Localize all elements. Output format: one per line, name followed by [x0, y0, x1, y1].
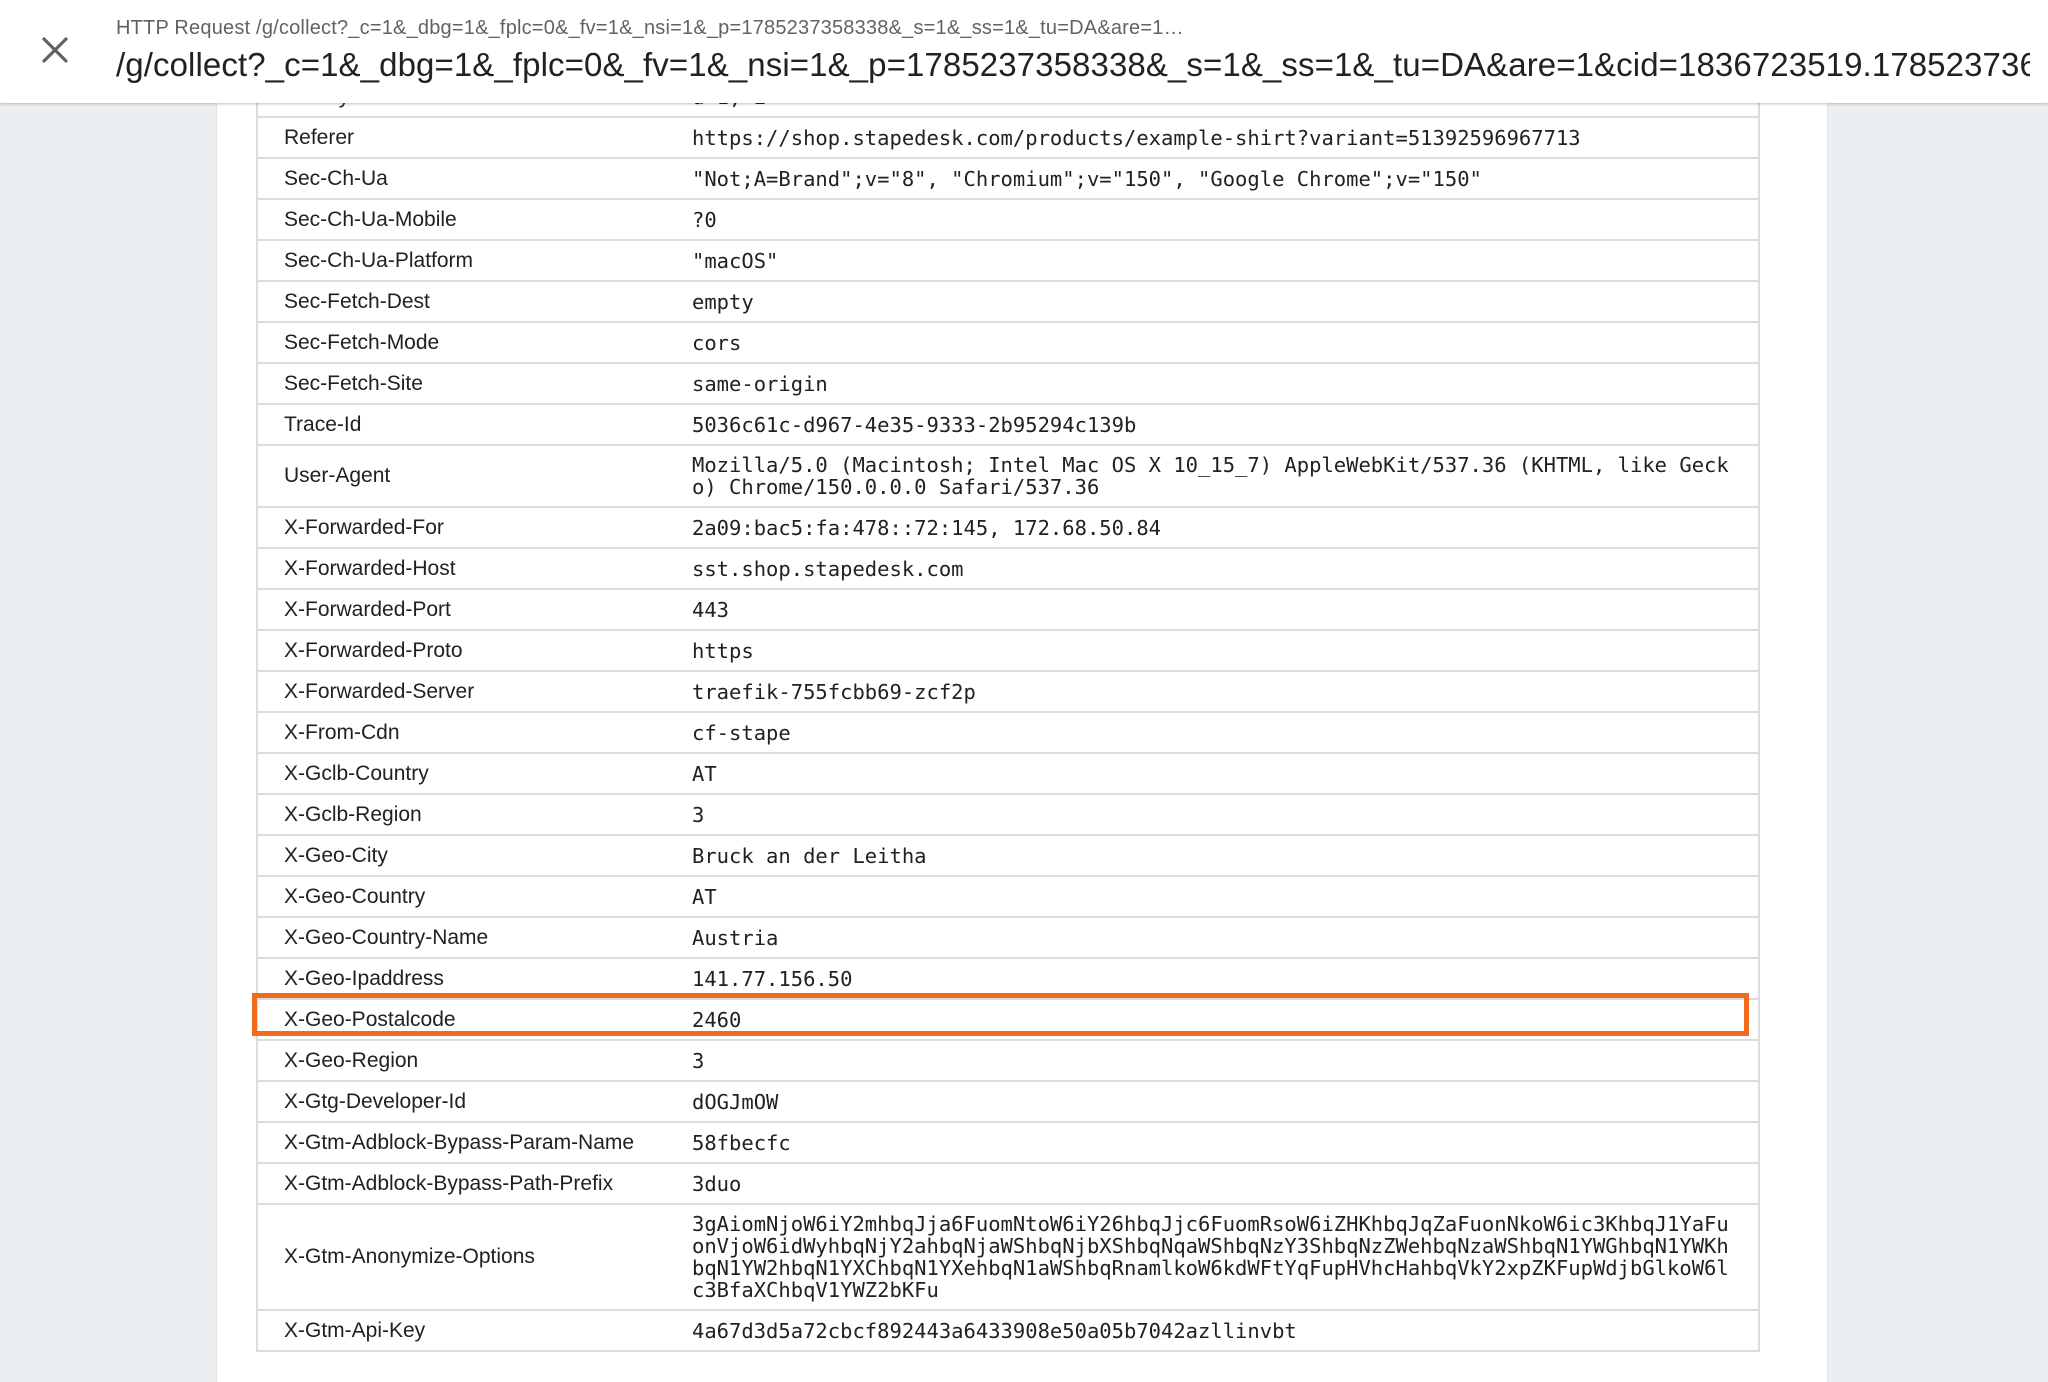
- header-value: Mozilla/5.0 (Macintosh; Intel Mac OS X 1…: [692, 453, 1729, 499]
- header-name: X-Gtm-Api-Key: [284, 1318, 426, 1342]
- header-name: Sec-Ch-Ua: [284, 166, 388, 190]
- header-row: X-Gtm-Anonymize-Options 3gAiomNjoW6iY2mhb…: [258, 1205, 1758, 1311]
- header-value: Bruck an der Leitha: [692, 844, 927, 868]
- header-value: 141.77.156.50: [692, 967, 853, 991]
- header-row: X-Gtm-Api-Key 4a67d3d5a72cbcf892443a64339…: [258, 1311, 1758, 1352]
- header-name: X-Gclb-Region: [284, 802, 422, 826]
- header-value: 2460: [692, 1008, 742, 1032]
- header-name: X-From-Cdn: [284, 720, 400, 744]
- header-name: Referer: [284, 125, 355, 149]
- header-row: X-From-Cdn cf-stape: [258, 713, 1758, 754]
- header-value: dOGJmOW: [692, 1090, 779, 1114]
- header-row: X-Forwarded-Host sst.shop.stapedesk.com: [258, 549, 1758, 590]
- request-details-panel: Priorityu=1, i Referer https://shop.staped…: [216, 103, 1828, 1382]
- header-value: 3gAiomNjoW6iY2mhbqJja6FuomNtoW6iY26hbqJj…: [692, 1212, 1729, 1302]
- header-name: X-Gclb-Country: [284, 761, 429, 785]
- header-name: X-Gtg-Developer-Id: [284, 1089, 467, 1113]
- header-name: Sec-Ch-Ua-Mobile: [284, 207, 457, 231]
- header-row: Sec-Fetch-Dest empty: [258, 282, 1758, 323]
- header-name: X-Forwarded-Host: [284, 556, 456, 580]
- header-row: X-Gclb-Country AT: [258, 754, 1758, 795]
- header-value: 2a09:bac5:fa:478::72:145, 172.68.50.84: [692, 516, 1161, 540]
- header-row: Sec-Fetch-Mode cors: [258, 323, 1758, 364]
- header-value: https://shop.stapedesk.com/products/exam…: [692, 126, 1581, 150]
- header-name: X-Forwarded-For: [284, 515, 444, 539]
- header-row: X-Gtm-Adblock-Bypass-Param-Name 58fbecfc: [258, 1123, 1758, 1164]
- header-value: 4a67d3d5a72cbcf892443a6433908e50a05b7042…: [692, 1319, 1297, 1343]
- header-name: X-Gtm-Anonymize-Options: [284, 1245, 535, 1268]
- header-row: X-Forwarded-For 2a09:bac5:fa:478::72:145,…: [258, 508, 1758, 549]
- header-name: Priority: [258, 103, 692, 109]
- header-name: X-Geo-Country: [284, 884, 426, 908]
- header-value: 443: [692, 598, 730, 622]
- header-value: AT: [692, 762, 717, 786]
- header-value: "Not;A=Brand";v="8", "Chromium";v="150",…: [692, 167, 1482, 191]
- header-name: Sec-Fetch-Site: [284, 371, 423, 395]
- header-row: Sec-Ch-Ua "Not;A=Brand";v="8", "Chromium"…: [258, 159, 1758, 200]
- header-value: cf-stape: [692, 721, 791, 745]
- header-value: same-origin: [692, 372, 828, 396]
- request-subtitle: HTTP Request /g/collect?_c=1&_dbg=1&_fpl…: [116, 17, 1184, 39]
- header-row: X-Gclb-Region 3: [258, 795, 1758, 836]
- header-value: 5036c61c-d967-4e35-9333-2b95294c139b: [692, 413, 1137, 437]
- header-value: AT: [692, 885, 717, 909]
- header-row: User-Agent Mozilla/5.0 (Macintosh; Intel …: [258, 446, 1758, 508]
- header-name: X-Forwarded-Proto: [284, 638, 463, 662]
- header-value: Austria: [692, 926, 779, 950]
- header-name: Sec-Fetch-Mode: [284, 330, 440, 354]
- header-row: X-Geo-Postalcode 2460: [258, 1000, 1758, 1041]
- header-name: X-Forwarded-Server: [284, 679, 475, 703]
- header-name: X-Geo-Region: [284, 1048, 419, 1072]
- header-row: X-Geo-Country AT: [258, 877, 1758, 918]
- header-row: X-Forwarded-Proto https: [258, 631, 1758, 672]
- header-name: X-Gtm-Adblock-Bypass-Param-Name: [284, 1130, 635, 1154]
- request-title: /g/collect?_c=1&_dbg=1&_fplc=0&_fv=1&_ns…: [116, 46, 2030, 83]
- header-name: X-Geo-City: [284, 843, 388, 867]
- header-name: X-Gtm-Adblock-Bypass-Path-Prefix: [284, 1171, 614, 1195]
- header-value: 3duo: [692, 1172, 742, 1196]
- header-value: u=1, i: [692, 103, 1758, 116]
- close-button[interactable]: [30, 22, 80, 78]
- close-icon[interactable]: [41, 36, 69, 64]
- header-row: X-Forwarded-Port 443: [258, 590, 1758, 631]
- header-name: X-Geo-Postalcode: [284, 1007, 456, 1031]
- header-row: Trace-Id 5036c61c-d967-4e35-9333-2b95294c…: [258, 405, 1758, 446]
- header-row: Sec-Fetch-Site same-origin: [258, 364, 1758, 405]
- header-value: 3: [692, 1049, 705, 1073]
- header-name: User-Agent: [284, 464, 391, 487]
- header-row: X-Geo-City Bruck an der Leitha: [258, 836, 1758, 877]
- header-name: X-Forwarded-Port: [284, 597, 451, 621]
- header-value: "macOS": [692, 249, 779, 273]
- header-row: Sec-Ch-Ua-Mobile ?0: [258, 200, 1758, 241]
- header-name: Trace-Id: [284, 412, 362, 436]
- header-value: sst.shop.stapedesk.com: [692, 557, 964, 581]
- header-row: X-Geo-Region 3: [258, 1041, 1758, 1082]
- header-row: X-Gtm-Adblock-Bypass-Path-Prefix 3duo: [258, 1164, 1758, 1205]
- header-value: ?0: [692, 208, 717, 232]
- header-row: Priorityu=1, i: [258, 103, 1758, 118]
- header-row: X-Geo-Ipaddress 141.77.156.50: [258, 959, 1758, 1000]
- header-value: 3: [692, 803, 705, 827]
- header-row: X-Geo-Country-Name Austria: [258, 918, 1758, 959]
- header-value: empty: [692, 290, 754, 314]
- header-row: X-Gtg-Developer-Id dOGJmOW: [258, 1082, 1758, 1123]
- header-value: cors: [692, 331, 742, 355]
- header-name: X-Geo-Ipaddress: [284, 966, 444, 990]
- header-name: X-Geo-Country-Name: [284, 925, 489, 949]
- header-name: Sec-Ch-Ua-Platform: [284, 248, 474, 272]
- header-value: 58fbecfc: [692, 1131, 791, 1155]
- header-row: Sec-Ch-Ua-Platform "macOS": [258, 241, 1758, 282]
- header-name: Sec-Fetch-Dest: [284, 289, 430, 313]
- top-bar: HTTP Request /g/collect?_c=1&_dbg=1&_fpl…: [0, 0, 2048, 103]
- header-value: https: [692, 639, 754, 663]
- header-value: traefik-755fcbb69-zcf2p: [692, 680, 976, 704]
- header-row: X-Forwarded-Server traefik-755fcbb69-zcf2…: [258, 672, 1758, 713]
- header-row: Referer https://shop.stapedesk.com/produc…: [258, 118, 1758, 159]
- request-headers-table: Priorityu=1, i Referer https://shop.staped…: [256, 103, 1760, 1352]
